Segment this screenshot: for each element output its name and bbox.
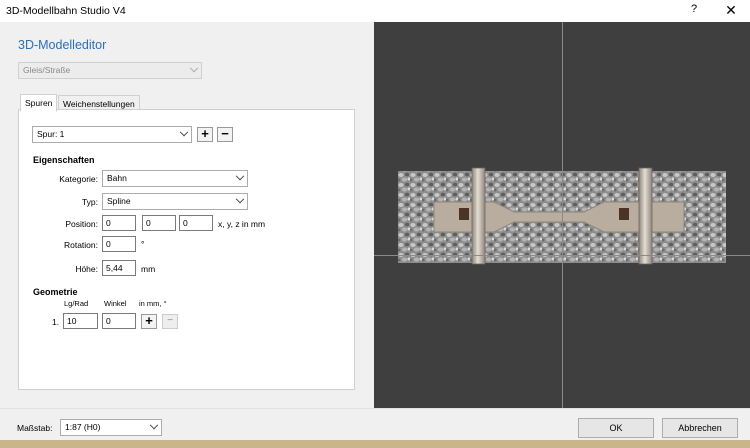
type-value: Spline xyxy=(107,196,131,206)
position-y-input[interactable]: 0 xyxy=(142,215,176,231)
track-select-value: Spur: 1 xyxy=(37,129,65,139)
add-track-button[interactable]: + xyxy=(197,127,213,142)
geometry-col-length: Lg/Rad xyxy=(64,299,89,308)
object-category-value: Gleis/Straße xyxy=(23,65,71,75)
category-label: Kategorie: xyxy=(59,174,98,184)
ok-button[interactable]: OK xyxy=(578,418,654,438)
position-z-input[interactable]: 0 xyxy=(179,215,213,231)
geometry-row-index: 1. xyxy=(52,317,60,327)
rail-clip-right xyxy=(619,208,629,220)
bottom-strip xyxy=(0,440,750,448)
geometry-col-angle: Winkel xyxy=(104,299,127,308)
chevron-down-icon xyxy=(179,127,189,137)
cancel-button[interactable]: Abbrechen xyxy=(662,418,738,438)
axis-vertical-line xyxy=(562,22,563,408)
geometry-length-input[interactable]: 10 xyxy=(63,313,98,329)
close-button[interactable]: ✕ xyxy=(722,2,740,19)
title-bar: 3D-Modellbahn Studio V4 ? ✕ xyxy=(0,0,750,22)
geometry-col-unit: in mm, ° xyxy=(139,299,167,308)
position-unit: x, y, z in mm xyxy=(218,219,266,229)
rotation-unit: ° xyxy=(141,239,145,249)
track-select[interactable]: Spur: 1 xyxy=(32,126,192,143)
category-select[interactable]: Bahn xyxy=(102,170,248,187)
rotation-input[interactable]: 0 xyxy=(102,236,136,252)
rail-clip-left xyxy=(459,208,469,220)
height-label: Höhe: xyxy=(75,264,98,274)
help-button[interactable]: ? xyxy=(686,3,702,15)
editor-heading: 3D-Modelleditor xyxy=(18,38,107,52)
type-label: Typ: xyxy=(81,197,98,207)
rotation-label: Rotation: xyxy=(63,240,98,250)
height-unit: mm xyxy=(141,264,156,274)
scale-label: Maßstab: xyxy=(17,423,53,433)
properties-heading: Eigenschaften xyxy=(33,155,95,165)
object-category-select: Gleis/Straße xyxy=(18,62,202,79)
chevron-down-icon xyxy=(189,63,199,73)
scale-value: 1:87 (H0) xyxy=(65,422,101,432)
rail-left xyxy=(471,167,486,265)
position-label: Position: xyxy=(65,219,98,229)
rail-right xyxy=(638,167,653,265)
add-geometry-button[interactable]: + xyxy=(141,314,157,329)
axis-horizontal-line xyxy=(374,255,750,256)
tab-spuren[interactable]: Spuren xyxy=(20,94,58,112)
window-title: 3D-Modellbahn Studio V4 xyxy=(6,5,126,17)
remove-geometry-button: − xyxy=(162,314,178,329)
category-value: Bahn xyxy=(107,173,127,183)
tab-panel: Spur: 1 + − Eigenschaften Kategorie: Bah… xyxy=(18,109,355,390)
chevron-down-icon xyxy=(149,420,159,430)
chevron-down-icon xyxy=(235,171,245,181)
type-select[interactable]: Spline xyxy=(102,193,248,210)
main-area: 3D-Modelleditor Gleis/Straße Spuren Weic… xyxy=(0,22,750,408)
height-input[interactable]: 5,44 xyxy=(102,260,136,276)
scale-select[interactable]: 1:87 (H0) xyxy=(60,419,162,436)
geometry-angle-input[interactable]: 0 xyxy=(102,313,136,329)
preview-3d[interactable] xyxy=(374,22,750,408)
geometry-heading: Geometrie xyxy=(33,287,78,297)
remove-track-button[interactable]: − xyxy=(217,127,233,142)
position-x-input[interactable]: 0 xyxy=(102,215,136,231)
chevron-down-icon xyxy=(235,194,245,204)
